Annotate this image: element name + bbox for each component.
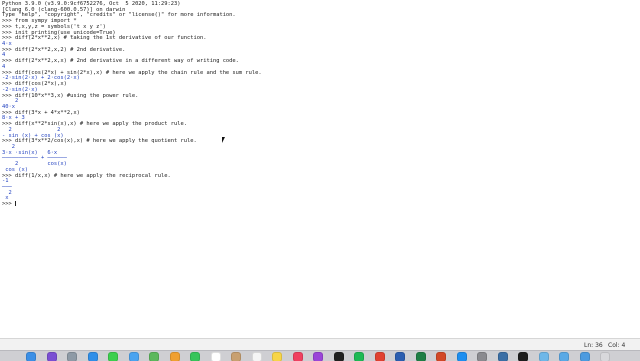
text-cursor	[14, 201, 16, 207]
dock	[0, 350, 640, 361]
mouse-pointer-icon	[222, 137, 225, 143]
line-number: Ln: 36	[584, 342, 603, 349]
shell-input-line: >>> diff(2*x**2,x,2) # 2nd derivative.	[2, 46, 126, 53]
shell-input-line: >>> diff(2*x**2,x,x) # 2nd derivative in…	[2, 58, 239, 65]
shell-input-line: >>> diff(3*x**2/cos(x),x) # here we appl…	[2, 138, 197, 145]
column-number: Col: 4	[608, 342, 626, 349]
python-shell-output[interactable]: Python 3.9.0 (v3.9.0:9cf6752276, Oct 5 2…	[0, 0, 640, 338]
shell-input-line: >>> diff(2*x**2,x) # taking the 1st deri…	[2, 35, 207, 42]
shell-input-line: >>> diff(1/x,x) # here we apply the reci…	[2, 172, 171, 179]
shell-input-line: >>>	[2, 201, 16, 208]
shell-input-line: >>> diff(10*x**3,x) #using the power rul…	[2, 92, 139, 99]
